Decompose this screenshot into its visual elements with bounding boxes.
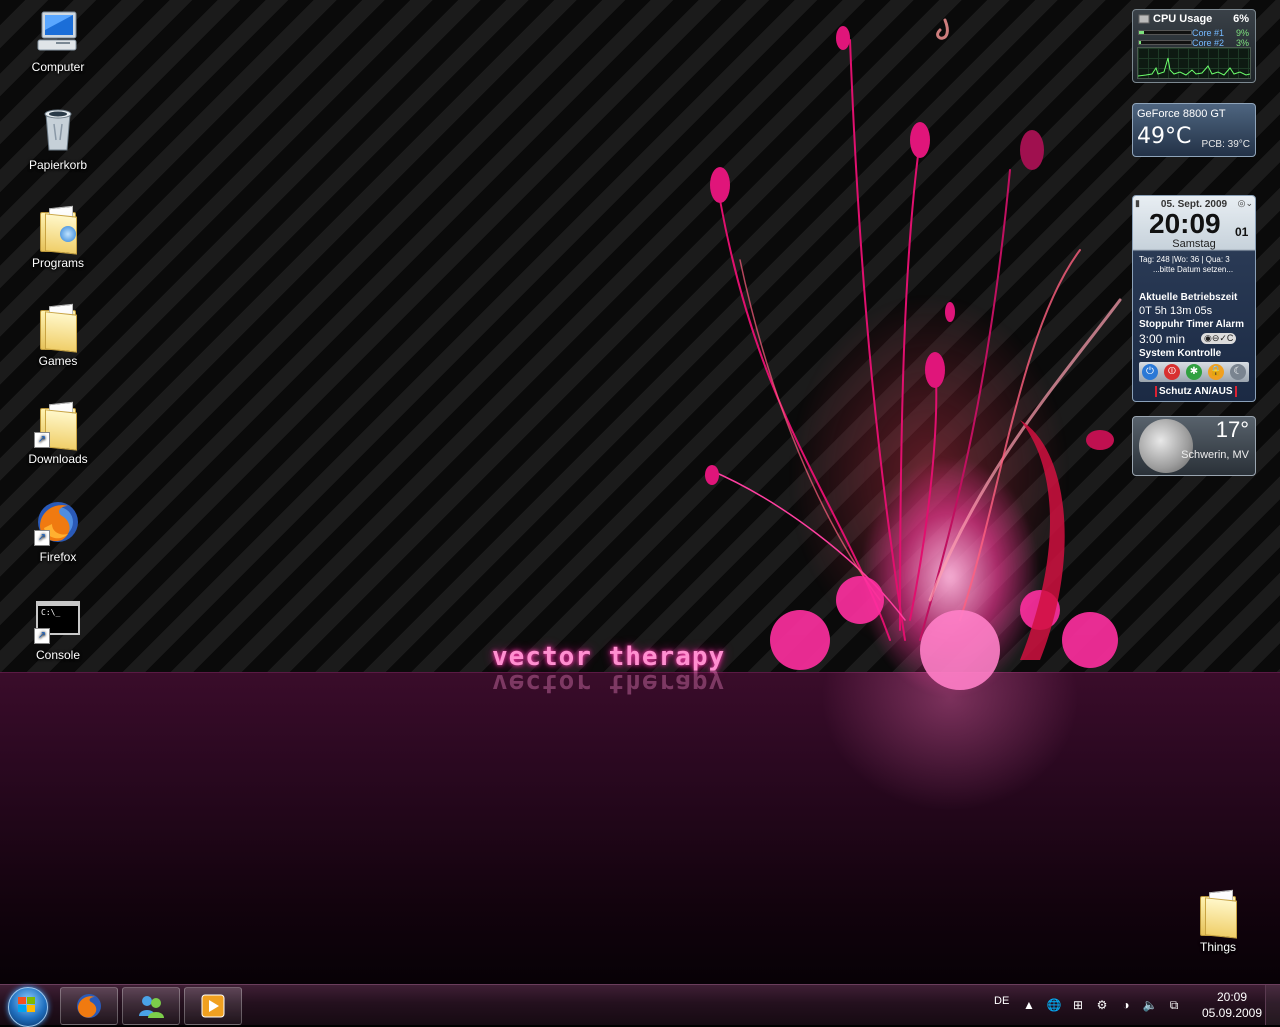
volume-icon[interactable]: 🔈 bbox=[1142, 997, 1158, 1013]
system-tray: DE ▲ 🌐 ⊞ ⚙ ◑ 🔈 ⧉ 20:09 05.09.2009 bbox=[0, 985, 1280, 1025]
clock-day: Samstag bbox=[1172, 238, 1216, 250]
gpu-name: GeForce 8800 GT bbox=[1137, 108, 1226, 120]
desktop-icon-recycle-bin[interactable]: Papierkorb bbox=[20, 106, 96, 172]
firefox-icon: ↗ bbox=[34, 498, 82, 546]
desktop-icon-label: Firefox bbox=[39, 550, 77, 564]
taskbar: DE ▲ 🌐 ⊞ ⚙ ◑ 🔈 ⧉ 20:09 05.09.2009 bbox=[0, 984, 1280, 1027]
network-globe-icon[interactable]: 🌐 bbox=[1046, 997, 1062, 1013]
uptime-value: 0T 5h 13m 05s bbox=[1139, 305, 1213, 317]
clock-time: 20:09 bbox=[1149, 208, 1221, 239]
shutdown-icon[interactable]: ⏼ bbox=[1164, 364, 1180, 380]
desktop-icon-label: Computer bbox=[31, 60, 85, 74]
desktop-icon-firefox[interactable]: ↗ Firefox bbox=[20, 498, 96, 564]
language-indicator[interactable]: DE bbox=[994, 995, 1009, 1007]
wallpaper-title-reflection: vector therapy bbox=[492, 668, 726, 698]
cpu-title: CPU Usage bbox=[1153, 13, 1213, 25]
core1-value: 9% bbox=[1235, 28, 1249, 38]
desktop-icon-label: Things bbox=[1199, 940, 1237, 954]
weather-location: Schwerin, MV bbox=[1181, 449, 1249, 461]
recycle-bin-icon bbox=[34, 106, 82, 154]
show-hidden-icons-icon[interactable]: ▲ bbox=[1021, 997, 1037, 1013]
shortcut-arrow-icon: ↗ bbox=[34, 530, 50, 546]
core2-bar-fill bbox=[1139, 41, 1141, 44]
gpu-temp: 49°C bbox=[1137, 124, 1192, 149]
taskbar-clock[interactable]: 20:09 05.09.2009 bbox=[1192, 989, 1272, 1021]
folder-shortcut-icon: ↗ bbox=[34, 400, 82, 448]
computer-icon bbox=[34, 8, 82, 56]
timer-controls[interactable]: ◉⊖✓C bbox=[1201, 333, 1237, 344]
restart-icon[interactable]: ✱ bbox=[1186, 364, 1202, 380]
clock-seconds: 01 bbox=[1235, 225, 1249, 239]
gpu-pcb-temp: PCB: 39°C bbox=[1201, 139, 1250, 150]
desktop-icon-label: Programs bbox=[31, 256, 84, 270]
cpu-total: 6% bbox=[1233, 13, 1249, 25]
cpu-graph bbox=[1137, 47, 1251, 79]
core1-bar bbox=[1138, 30, 1192, 35]
folder-icon bbox=[1194, 888, 1242, 936]
shortcut-arrow-icon: ↗ bbox=[34, 432, 50, 448]
network-icon[interactable]: ⧉ bbox=[1166, 997, 1182, 1013]
desktop-icon-things[interactable]: Things bbox=[1180, 888, 1256, 954]
power-icon[interactable]: ⏻ bbox=[1142, 364, 1158, 380]
svg-text:C:\_: C:\_ bbox=[41, 608, 60, 617]
stopwatch-label[interactable]: Stoppuhr Timer Alarm bbox=[1139, 319, 1244, 330]
system-label: System Kontrolle bbox=[1139, 348, 1222, 359]
desktop-icon-computer[interactable]: Computer bbox=[20, 8, 96, 74]
wallpaper-flowers bbox=[705, 18, 1122, 690]
desktop-icon-label: Papierkorb bbox=[28, 158, 88, 172]
lock-icon[interactable]: 🔒 bbox=[1208, 364, 1224, 380]
desktop-icon-downloads[interactable]: ↗ Downloads bbox=[20, 400, 96, 466]
uptime-label: Aktuelle Betriebszeit bbox=[1139, 292, 1238, 303]
folder-icon bbox=[34, 302, 82, 350]
desktop-wallpaper: vector therapy vector therapy bbox=[0, 0, 1280, 984]
desktop-icon-games[interactable]: Games bbox=[20, 302, 96, 368]
steam-icon[interactable]: ⚙ bbox=[1094, 997, 1110, 1013]
moon-icon bbox=[1139, 419, 1193, 473]
gpu-temp-gadget[interactable]: GeForce 8800 GT 49°C PCB: 39°C bbox=[1132, 103, 1256, 157]
system-control-buttons: ⏻ ⏼ ✱ 🔒 ☾ bbox=[1139, 362, 1249, 382]
desktop-icon-programs[interactable]: Programs bbox=[20, 204, 96, 270]
core1-name: Core #1 bbox=[1191, 28, 1224, 38]
weather-temp: 17° bbox=[1215, 417, 1249, 442]
tray-app-icon[interactable]: ◑ bbox=[1118, 997, 1134, 1013]
sleep-icon[interactable]: ☾ bbox=[1230, 364, 1246, 380]
timer-value[interactable]: 3:00 min bbox=[1139, 332, 1185, 346]
core1-bar-fill bbox=[1139, 31, 1144, 34]
shortcut-arrow-icon: ↗ bbox=[34, 628, 50, 644]
desktop-icon-label: Console bbox=[35, 648, 81, 662]
protect-toggle[interactable]: Schutz AN/AUS bbox=[1155, 386, 1237, 397]
console-icon: C:\_ ↗ bbox=[34, 596, 82, 644]
cpu-usage-gadget[interactable]: CPU Usage 6% Core #1 9% Core #2 3% bbox=[1132, 9, 1256, 83]
desktop-icon-console[interactable]: C:\_ ↗ Console bbox=[20, 596, 96, 662]
clock-info: Tag: 248 |Wo: 36 | Qua: 3 bbox=[1139, 255, 1230, 264]
core2-bar bbox=[1138, 40, 1192, 45]
folder-icon bbox=[34, 204, 82, 252]
clock-info-note: ...bitte Datum setzen... bbox=[1153, 265, 1234, 274]
chip-icon bbox=[1138, 14, 1150, 24]
core1-row: Core #1 9% bbox=[1192, 28, 1249, 38]
taskbar-time: 20:09 bbox=[1216, 990, 1248, 1004]
taskbar-date: 05.09.2009 bbox=[1201, 1006, 1263, 1020]
show-desktop-button[interactable] bbox=[1265, 985, 1280, 1025]
desktop-icon-label: Downloads bbox=[28, 452, 88, 466]
desktop-icon-label: Games bbox=[38, 354, 78, 368]
windows-update-icon[interactable]: ⊞ bbox=[1070, 997, 1086, 1013]
clock-system-gadget[interactable]: ▮ ◎⌄ 05. Sept. 2009 20:09 01 Samstag Tag… bbox=[1132, 195, 1256, 402]
weather-gadget[interactable]: 17° Schwerin, MV bbox=[1132, 416, 1256, 476]
